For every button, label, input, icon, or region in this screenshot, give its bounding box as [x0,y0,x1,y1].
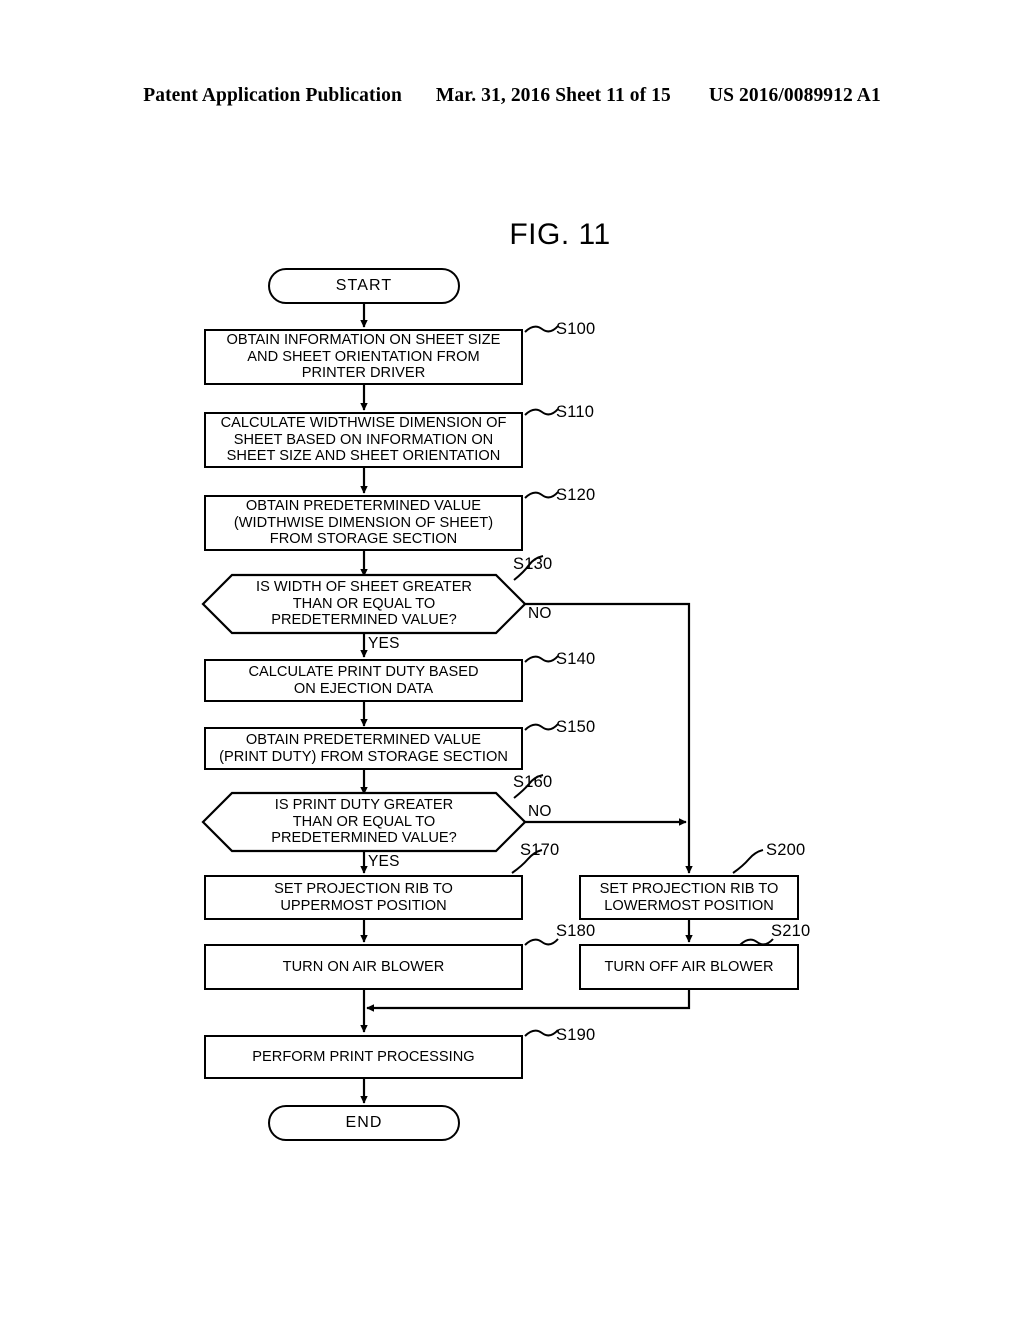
process-box-s150[interactable]: OBTAIN PREDETERMINED VALUE (PRINT DUTY) … [204,727,523,770]
process-box-s120[interactable]: OBTAIN PREDETERMINED VALUE (WIDTHWISE DI… [204,495,523,551]
connector-s210-to-merge [366,990,691,1012]
step-ref-s170: S170 [520,841,559,860]
step-ref-s210-text: S210 [771,922,811,940]
branch-label-s160-no: NO [528,803,552,821]
step-ref-s120: S120 [556,486,595,505]
leader-s150 [524,723,559,731]
step-ref-s100: S100 [556,320,595,339]
leader-s190 [524,1029,559,1037]
step-ref-s180: S180 [556,922,595,941]
process-box-s190[interactable]: PERFORM PRINT PROCESSING [204,1035,523,1079]
process-box-s100[interactable]: OBTAIN INFORMATION ON SHEET SIZE AND SHE… [204,329,523,385]
decision-box-s130[interactable]: IS WIDTH OF SHEET GREATER THAN OR EQUAL … [218,576,510,632]
figure-title-text: FIG. 11 [509,218,611,251]
process-box-s110[interactable]: CALCULATE WIDTHWISE DIMENSION OF SHEET B… [204,412,523,468]
start-label: START [335,276,393,294]
publication-header: Patent Application Publication Mar. 31, … [0,85,1024,111]
decision-text-s130: IS WIDTH OF SHEET GREATER THAN OR EQUAL … [256,578,472,629]
step-ref-s200-text: S200 [766,841,806,859]
process-text-s150: OBTAIN PREDETERMINED VALUE (PRINT DUTY) … [219,731,508,765]
step-ref-s130: S130 [513,555,552,574]
step-label-leaders [511,325,774,1037]
step-ref-s150: S150 [556,718,595,737]
decision-box-s160[interactable]: IS PRINT DUTY GREATER THAN OR EQUAL TO P… [218,794,510,850]
process-box-s140[interactable]: CALCULATE PRINT DUTY BASED ON EJECTION D… [204,659,523,702]
figure-title: FIG. 11 [0,218,1024,252]
end-label: END [345,1113,383,1131]
leader-s200 [732,849,764,874]
step-ref-s200: S200 [766,841,805,860]
process-text-s100: OBTAIN INFORMATION ON SHEET SIZE AND SHE… [226,331,501,382]
process-text-s170: SET PROJECTION RIB TO UPPERMOST POSITION [274,880,453,914]
branch-label-s130-no: NO [528,605,552,623]
step-ref-s110: S110 [556,403,594,422]
process-text-s120: OBTAIN PREDETERMINED VALUE (WIDTHWISE DI… [233,497,494,548]
step-ref-s140-text: S140 [556,650,596,668]
step-ref-s120-text: S120 [556,486,596,504]
step-ref-s180-text: S180 [556,922,596,940]
end-terminal[interactable]: END [268,1105,460,1141]
process-text-s110: CALCULATE WIDTHWISE DIMENSION OF SHEET B… [220,414,507,465]
decision-text-s160: IS PRINT DUTY GREATER THAN OR EQUAL TO P… [271,796,457,847]
header-date-sheet: Mar. 31, 2016 Sheet 11 of 15 [435,85,671,106]
branch-label-s130-yes: YES [368,635,400,653]
process-text-s210: TURN OFF AIR BLOWER [604,958,774,975]
process-box-s180[interactable]: TURN ON AIR BLOWER [204,944,523,990]
start-terminal[interactable]: START [268,268,460,304]
leader-s140 [524,655,559,663]
header-publication-type: Patent Application Publication [143,85,402,106]
step-ref-s190: S190 [556,1026,595,1045]
step-ref-s140: S140 [556,650,595,669]
process-text-s200: SET PROJECTION RIB TO LOWERMOST POSITION [599,880,779,914]
step-ref-s170-text: S170 [520,841,560,859]
branch-label-s130-no-text: NO [528,605,552,622]
leader-s110 [524,408,559,416]
step-ref-s110-text: S110 [556,403,595,421]
process-box-s170[interactable]: SET PROJECTION RIB TO UPPERMOST POSITION [204,875,523,920]
step-ref-s190-text: S190 [556,1026,596,1044]
leader-s180 [524,938,559,946]
branch-label-s160-yes: YES [368,853,400,871]
branch-label-s160-no-text: NO [528,803,552,820]
branch-label-s130-yes-text: YES [368,635,400,652]
header-patent-number: US 2016/0089912 A1 [708,85,881,106]
step-ref-s100-text: S100 [556,320,596,338]
step-ref-s210: S210 [771,922,810,941]
process-box-s200[interactable]: SET PROJECTION RIB TO LOWERMOST POSITION [579,875,799,920]
step-ref-s130-text: S130 [513,555,553,573]
step-ref-s160-text: S160 [513,773,553,791]
process-text-s190: PERFORM PRINT PROCESSING [252,1048,475,1065]
process-text-s180: TURN ON AIR BLOWER [282,958,445,975]
leader-s120 [524,491,559,499]
process-box-s210[interactable]: TURN OFF AIR BLOWER [579,944,799,990]
process-text-s140: CALCULATE PRINT DUTY BASED ON EJECTION D… [248,663,479,697]
connector-s130-no-to-s200 [525,602,693,874]
branch-label-s160-yes-text: YES [368,853,400,870]
step-ref-s150-text: S150 [556,718,596,736]
leader-s100 [524,325,559,333]
step-ref-s160: S160 [513,773,552,792]
